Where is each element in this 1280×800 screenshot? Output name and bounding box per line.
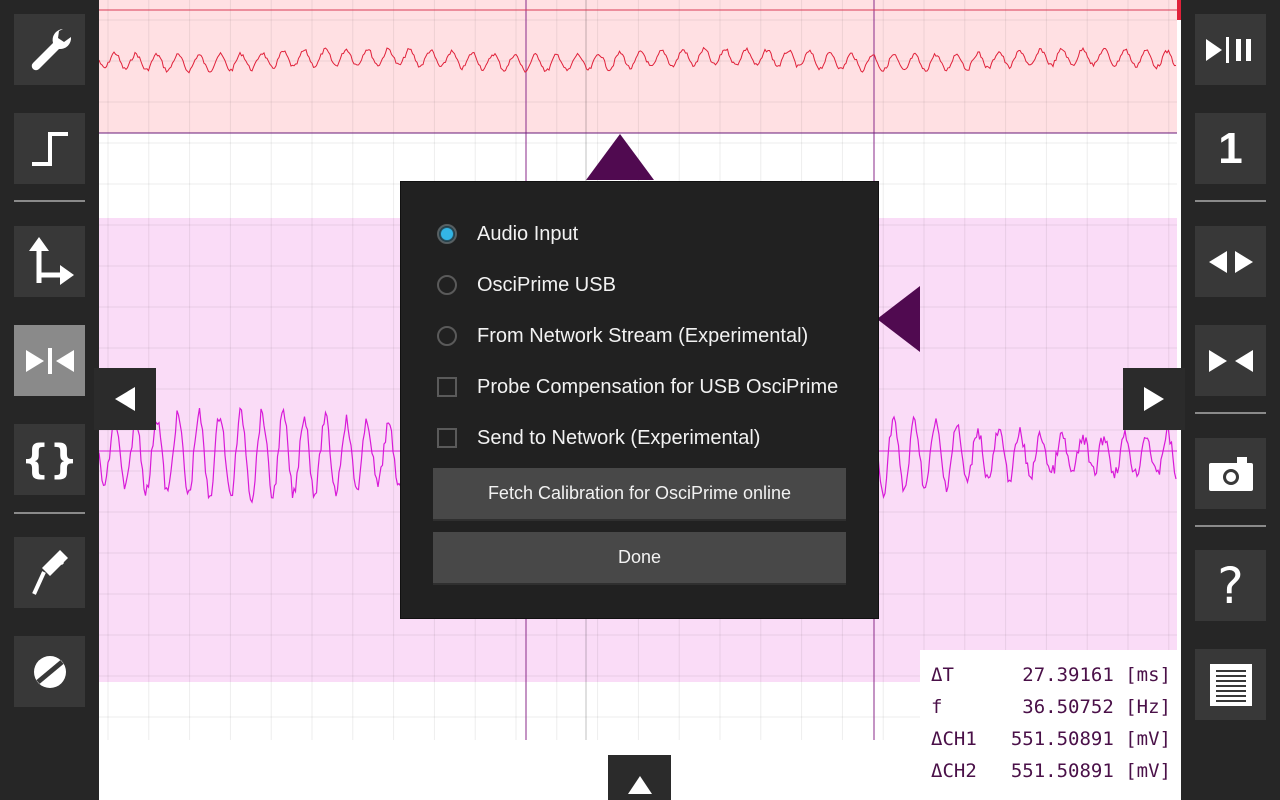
trigger-edge-icon [31,131,68,166]
axes-icon [28,236,74,285]
measurement-panel: ΔT 27.39161 [ms] f 36.50752 [Hz] ΔCH1 55… [920,650,1181,800]
menu-lines-icon [1209,663,1252,706]
triangle-up-icon [627,776,652,794]
option-label: Audio Input [477,222,579,245]
measurement-row: ΔCH2 551.50891 [mV] [931,760,1171,784]
toolbar-separator [14,200,85,202]
measurement-label: f [931,696,943,718]
checkbox[interactable] [437,428,457,448]
toolbar-separator [1195,412,1266,414]
measurement-label: ΔCH1 [931,728,977,750]
right-toolbar: 1 ? [1181,0,1280,800]
disable-button[interactable] [14,636,85,707]
toolbar-separator [1195,200,1266,202]
option-label: OsciPrime USB [477,273,616,296]
trigger-button[interactable] [14,113,85,184]
measurement-value: 27.39161 [ms] [1022,664,1171,686]
measurement-label: ΔCH2 [931,760,977,782]
toolbar-separator [1195,525,1266,527]
radio-button[interactable] [437,275,457,295]
option-send-to-network[interactable]: Send to Network (Experimental) [437,421,760,455]
done-button[interactable]: Done [433,532,846,585]
option-label: Send to Network (Experimental) [477,426,761,449]
channel-select-button[interactable]: 1 [1195,113,1266,184]
trigger-marker-up[interactable] [586,134,654,180]
option-audio-input[interactable]: Audio Input [437,217,578,251]
zoom-in-button[interactable] [1195,325,1266,396]
screenshot-button[interactable] [1195,438,1266,509]
collapse-horizontal-icon [25,347,74,374]
axes-button[interactable] [14,226,85,297]
measurement-row: ΔCH1 551.50891 [mV] [931,728,1171,752]
measurement-row: ΔT 27.39161 [ms] [931,664,1171,688]
probe-button[interactable] [14,537,85,608]
measurement-value: 36.50752 [Hz] [1022,696,1171,718]
measurement-value: 551.50891 [mV] [1010,760,1171,782]
help-button[interactable]: ? [1195,550,1266,621]
braces-icon: {} [21,436,78,483]
scroll-left-button[interactable] [94,368,156,430]
expand-panel-button[interactable] [608,755,671,800]
checkbox[interactable] [437,377,457,397]
radio-button[interactable] [437,326,457,346]
scroll-right-button[interactable] [1123,368,1185,430]
option-network-stream[interactable]: From Network Stream (Experimental) [437,319,808,353]
wrench-icon [31,28,71,70]
camera-icon [1208,456,1253,491]
collapse-horizontal-icon [1208,349,1253,372]
trigger-level-marker[interactable] [877,286,920,352]
zoom-in-time-button[interactable] [14,325,85,396]
option-label: From Network Stream (Experimental) [477,324,809,347]
expand-horizontal-icon [1208,250,1253,273]
disable-icon [33,655,66,688]
measurement-row: f 36.50752 [Hz] [931,696,1171,720]
radio-button-checked[interactable] [437,224,457,244]
run-pause-button[interactable] [1195,14,1266,85]
settings-button[interactable] [14,14,85,85]
triangle-left-icon [115,387,135,411]
zoom-out-time-button[interactable] [1195,226,1266,297]
input-source-dialog: Audio Input OsciPrime USB From Network S… [401,182,878,618]
fetch-calibration-button[interactable]: Fetch Calibration for OsciPrime online [433,468,846,521]
run-pause-icon [1205,36,1251,63]
channel-number: 1 [1218,123,1243,173]
option-osciprime-usb[interactable]: OsciPrime USB [437,268,616,302]
math-button[interactable]: {} [14,424,85,495]
left-toolbar: {} [0,0,99,800]
triangle-right-icon [1144,387,1164,411]
measurement-value: 551.50891 [mV] [1010,728,1171,750]
help-icon: ? [1217,556,1244,615]
measurement-label: ΔT [931,664,954,686]
option-probe-compensation[interactable]: Probe Compensation for USB OsciPrime [437,370,838,404]
option-label: Probe Compensation for USB OsciPrime [477,375,839,398]
menu-button[interactable] [1195,649,1266,720]
toolbar-separator [14,512,85,514]
probe-icon [31,549,68,595]
